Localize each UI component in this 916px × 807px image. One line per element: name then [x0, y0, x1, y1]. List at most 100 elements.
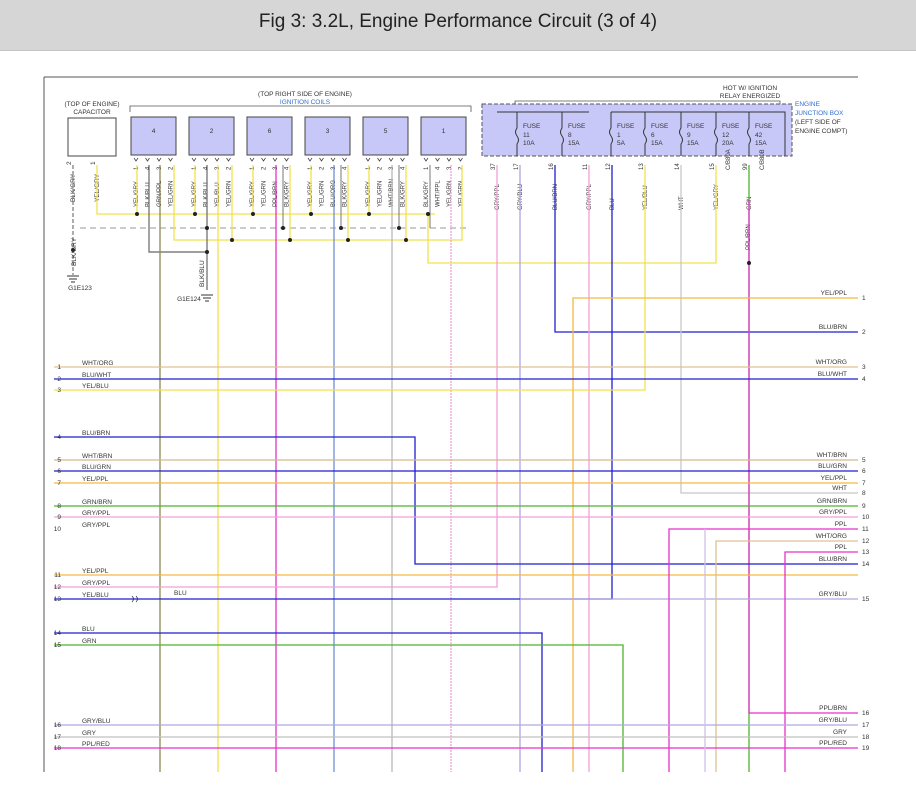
coil-pin-wire: BLK/GRY — [424, 181, 430, 207]
coil-pin-connector — [446, 157, 452, 162]
left-wire-label: GRY/PPL — [82, 510, 110, 517]
wire-blue-jb12 — [54, 165, 613, 600]
right-pin-number: 2 — [862, 329, 866, 336]
coil-pin-number: 2 — [320, 166, 326, 170]
splice-dots — [71, 212, 751, 265]
ground-symbol-1 — [67, 275, 79, 283]
left-pin-number: 4 — [57, 434, 61, 441]
left-wire-label: BLU/WHT — [82, 372, 111, 379]
jb-pin-number: 16 — [549, 163, 555, 170]
blu-mid-label: BLU — [174, 590, 187, 597]
jb-pin-number: 13 — [639, 163, 645, 170]
coil-pin-connector — [226, 157, 231, 162]
jb-pin-wire: BLU — [610, 198, 616, 210]
right-pin-number: 10 — [862, 514, 870, 521]
jb-pin-wire: GRY/PPL — [587, 183, 593, 210]
left-pin-number: 15 — [54, 642, 62, 649]
right-wire-label: WHT — [832, 485, 847, 492]
jb-label-3: (LEFT SIDE OF — [795, 119, 841, 126]
right-pin-number: 3 — [862, 364, 866, 371]
left-wire-label: BLU — [82, 626, 95, 633]
right-pin-number: 19 — [862, 745, 870, 752]
fuse-number: 9 — [687, 132, 691, 139]
left-wire-label: GRN/BRN — [82, 499, 112, 506]
jb-label-1: ENGINE — [795, 101, 821, 108]
jb-pin-number: C/B80A — [726, 149, 732, 170]
hot-ignition-label: HOT W/ IGNITION — [723, 85, 777, 92]
left-pin-number: 8 — [57, 503, 61, 510]
ignition-coil-box — [362, 116, 409, 156]
right-wire-label: WHT/ORG — [816, 533, 847, 540]
fuse-label: FUSE — [722, 123, 740, 130]
jb-label-4: ENGINE COMPT) — [795, 128, 847, 135]
left-wire-label: YEL/PPL — [82, 476, 109, 483]
right-wire-label: BLU/BRN — [819, 324, 847, 331]
left-wire-label: BLU/GRN — [82, 464, 111, 471]
left-wire-label: GRY/BLU — [82, 718, 111, 725]
coil-pin-number: 3 — [447, 166, 453, 170]
jb-label-2: JUNCTION BOX — [795, 110, 844, 117]
right-pin-number: 18 — [862, 734, 870, 741]
right-wire-label: BLU/GRN — [818, 463, 847, 470]
wire-blue-left4 — [54, 436, 858, 565]
fuse-rating: 10A — [523, 140, 535, 147]
ground-symbol-2 — [201, 294, 213, 302]
left-pin-number: 13 — [54, 596, 62, 603]
left-pin-number: 1 — [57, 364, 61, 371]
right-wire-label: GRY/BLU — [819, 717, 848, 724]
fuse-number: 8 — [568, 132, 572, 139]
coils-location: (TOP RIGHT SIDE OF ENGINE) — [258, 91, 352, 98]
left-wire-label: WHT/BRN — [82, 453, 113, 460]
fuse-rating: 15A — [687, 140, 699, 147]
coil-pin-connector — [377, 157, 382, 162]
fuse-rating: 15A — [568, 140, 580, 147]
jb-pin-number: 99 — [743, 163, 749, 170]
left-pin-number: 17 — [54, 734, 62, 741]
ignition-coil-box — [420, 116, 467, 156]
jb-pin-number: 15 — [710, 163, 716, 170]
right-wire-label: BLU/BRN — [819, 556, 847, 563]
right-pin-number: 7 — [862, 480, 866, 487]
left-pin-number: 12 — [54, 584, 62, 591]
coil-pin-connector — [319, 157, 324, 162]
fuse-label: FUSE — [568, 123, 586, 130]
left-wire-label: YEL/PPL — [82, 568, 109, 575]
ignition-coil-box — [130, 116, 177, 156]
coil-pin-connector — [249, 157, 255, 162]
coil-pin-connector — [388, 157, 394, 162]
right-pin-number: 14 — [862, 561, 870, 568]
coil-pin-connector — [261, 157, 266, 162]
coil-pin-connector — [168, 157, 173, 162]
right-wire-label: PPL — [835, 544, 848, 551]
left-pin-number: 2 — [57, 376, 61, 383]
coil-pin-connector — [133, 157, 139, 162]
jb-pin-wire: YEL/GRY — [714, 184, 720, 210]
right-wire-label: YEL/PPL — [821, 290, 848, 297]
left-wire-label: GRY — [82, 730, 97, 737]
left-pin-number: 7 — [57, 480, 61, 487]
left-pin-number: 9 — [57, 514, 61, 521]
jb-pin-number: 37 — [491, 163, 497, 170]
jb-pin-wire: YEL/BLU — [643, 185, 649, 210]
left-pin-number: 14 — [54, 630, 62, 637]
coil-pin-connector — [272, 157, 278, 162]
wire-magenta-right13 — [784, 551, 858, 772]
coil-pin-connector — [423, 157, 429, 162]
wire-blue-left14 — [54, 632, 543, 772]
coil-pin-wire: WHT/PPL — [436, 180, 442, 207]
right-wire-label: WHT/ORG — [816, 359, 847, 366]
jb-pin-number: C/B80B — [760, 149, 766, 170]
left-pin-number: 16 — [54, 722, 62, 729]
ignition-coil-number: 5 — [384, 128, 388, 135]
left-pin-number: 6 — [57, 468, 61, 475]
capacitor-location: (TOP OF ENGINE) — [64, 101, 119, 108]
wiring-diagram: (TOP OF ENGINE) CAPACITOR (TOP RIGHT SID… — [43, 76, 870, 772]
coil-pin-wire: YEL/GRN — [447, 181, 453, 207]
left-pin-number: 11 — [54, 572, 61, 579]
right-pin-number: 6 — [862, 468, 866, 475]
jb-pin-number: 12 — [606, 163, 612, 170]
coil-pin-connector — [214, 157, 220, 162]
coil-pin-connector — [191, 157, 197, 162]
fuse-number: 11 — [523, 132, 530, 139]
left-pin-number: 5 — [57, 457, 61, 464]
